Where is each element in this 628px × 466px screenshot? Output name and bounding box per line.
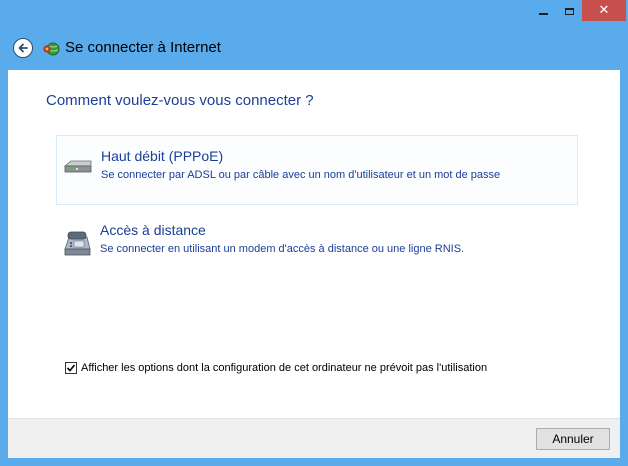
maximize-button[interactable] — [556, 1, 582, 21]
minimize-icon — [538, 13, 548, 15]
option-broadband-pppoe[interactable]: Haut débit (PPPoE) Se connecter par ADSL… — [56, 135, 578, 205]
option-title: Accès à distance — [100, 222, 206, 238]
option-description: Se connecter par ADSL ou par câble avec … — [101, 169, 501, 181]
show-options-label: Afficher les options dont la configurati… — [81, 362, 488, 374]
show-options-checkbox[interactable] — [65, 362, 77, 374]
checkmark-icon — [66, 364, 76, 372]
broadband-modem-icon — [63, 160, 92, 173]
back-arrow-icon — [18, 43, 28, 53]
option-description: Se connecter en utilisant un modem d'acc… — [100, 243, 465, 255]
option-dialup[interactable]: Accès à distance Se connecter en utilisa… — [56, 213, 578, 283]
minimize-button[interactable] — [530, 1, 556, 21]
wizard-footer: Annuler — [8, 418, 620, 458]
network-globe-icon — [43, 42, 60, 56]
wizard-title: Se connecter à Internet — [65, 39, 221, 56]
show-options-row[interactable]: Afficher les options dont la configurati… — [65, 362, 487, 374]
dialup-phone-icon — [64, 231, 91, 256]
page-question: Comment voulez-vous vous connecter ? — [46, 92, 314, 109]
maximize-icon — [564, 7, 574, 15]
title-bar[interactable]: ✕ — [0, 0, 628, 30]
option-title: Haut débit (PPPoE) — [101, 148, 224, 164]
cancel-button[interactable]: Annuler — [536, 428, 610, 450]
wizard-header: Se connecter à Internet — [8, 30, 620, 70]
close-button[interactable]: ✕ — [582, 0, 626, 21]
wizard-content: Comment voulez-vous vous connecter ? Hau… — [8, 70, 620, 418]
close-icon: ✕ — [598, 3, 610, 18]
back-button[interactable] — [13, 38, 33, 58]
connect-internet-window: ✕ Se connecter à Internet Comment voulez… — [0, 0, 628, 466]
